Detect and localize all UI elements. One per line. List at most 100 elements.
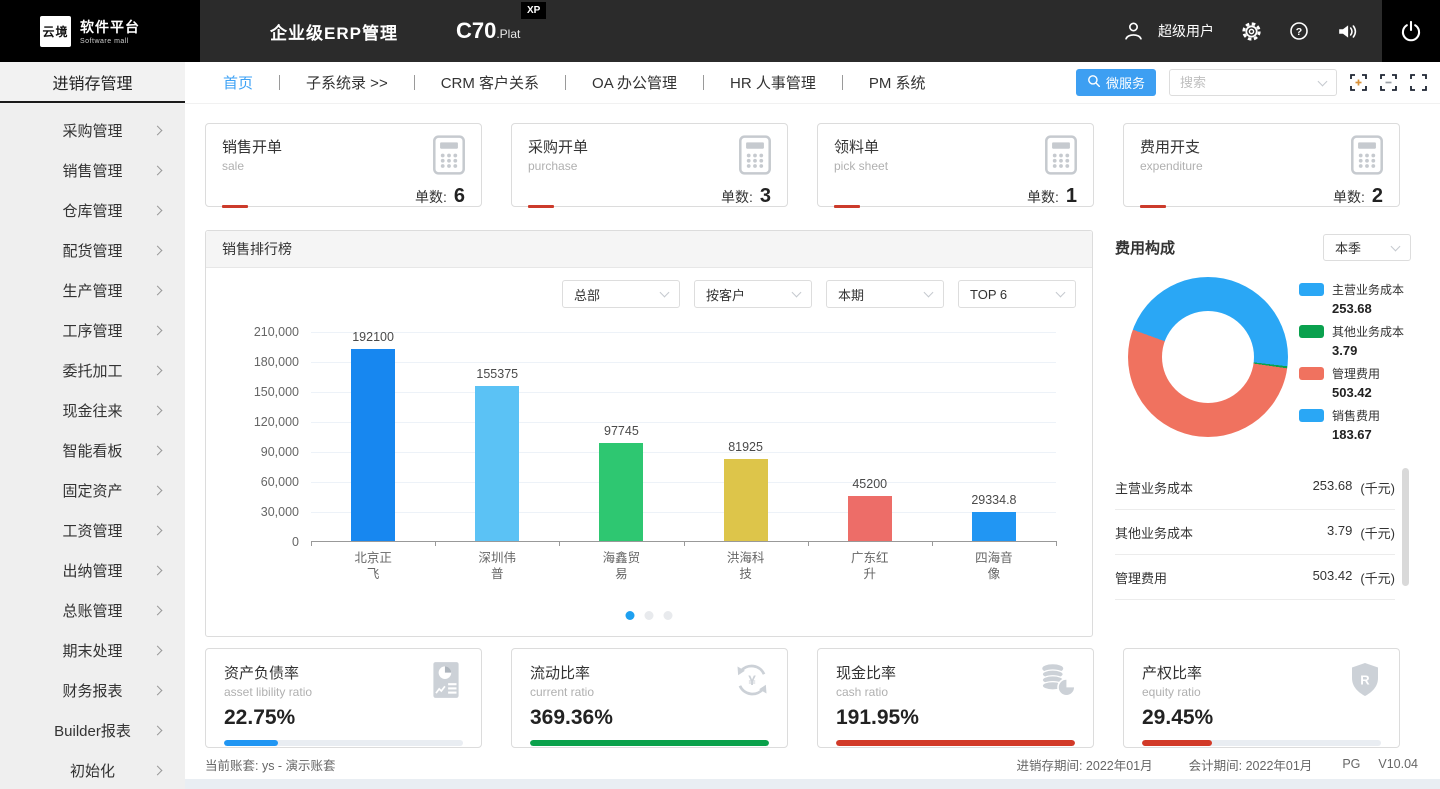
expense-row: 其他业务成本 3.79 (千元) [1115, 510, 1395, 555]
chevron-down-icon[interactable] [1317, 76, 1328, 86]
sidebar-item[interactable]: 委托加工 [0, 350, 185, 390]
expense-unit: (千元) [1360, 525, 1395, 541]
stat-card-title: 采购开单 [528, 139, 589, 156]
bar-value-label: 97745 [604, 424, 639, 439]
sidebar-item[interactable]: 仓库管理 [0, 190, 185, 230]
stat-card[interactable]: 领料单 pick sheet 单数: 1 [817, 123, 1094, 208]
legend-label: 管理费用 [1332, 367, 1381, 381]
sidebar-item[interactable]: 工资管理 [0, 510, 185, 550]
stat-card-subtitle: expenditure [1140, 159, 1203, 173]
legend-item[interactable]: 管理费用 503.42 [1299, 365, 1411, 400]
sidebar-item[interactable]: 工序管理 [0, 310, 185, 350]
bar [599, 443, 644, 541]
legend-item[interactable]: 销售费用 183.67 [1299, 407, 1411, 442]
legend-item[interactable]: 主营业务成本 253.68 [1299, 281, 1411, 316]
period-dropdown[interactable]: 本季 [1323, 234, 1411, 261]
microservice-button[interactable]: 微服务 [1075, 69, 1156, 96]
bar-value-label: 192100 [352, 329, 394, 344]
logo-mark: 云境 [40, 15, 71, 47]
help-icon[interactable]: ? [1289, 21, 1309, 41]
pagination-dot[interactable] [663, 611, 673, 620]
legend-value: 503.42 [1332, 385, 1372, 400]
nav-item[interactable]: HR 人事管理 [704, 72, 842, 93]
red-dash [834, 205, 860, 208]
expense-unit: (千元) [1360, 480, 1395, 496]
module-tab[interactable]: 进销存管理 [0, 62, 185, 103]
mid-row: 销售排行榜 总部 按客户 本期 TOP 6 0 30,000 60,000 90,000 12… [205, 230, 1411, 637]
zoom-out-icon[interactable] [1380, 74, 1397, 91]
pagination-dot[interactable] [625, 611, 635, 620]
sidebar-item[interactable]: 采购管理 [0, 110, 185, 150]
filter-dropdown[interactable]: TOP 6 [958, 280, 1076, 308]
logo[interactable]: 云境 软件平台 Software mall [0, 0, 200, 62]
gear-icon[interactable] [1241, 21, 1262, 42]
nav-item[interactable]: CRM 客户关系 [415, 72, 565, 93]
legend-item[interactable]: 其他业务成本 3.79 [1299, 323, 1411, 358]
user-icon [1123, 21, 1144, 41]
expense-row-label: 主营业务成本 [1115, 480, 1194, 496]
stat-count-label: 单数: [720, 189, 753, 205]
nav-item[interactable]: 首页 [197, 72, 279, 93]
progress-track [1142, 740, 1381, 746]
calculator-icon [1349, 134, 1385, 181]
nav-item[interactable]: 子系统录 >> [280, 72, 414, 93]
filter-value: 总部 [574, 287, 601, 303]
sidebar-item[interactable]: 智能看板 [0, 430, 185, 470]
stat-card[interactable]: 采购开单 purchase 单数: 3 [511, 123, 788, 208]
gridline [311, 422, 1056, 423]
stat-card[interactable]: 销售开单 sale 单数: 6 [205, 123, 482, 208]
sidebar-item[interactable]: 现金往来 [0, 390, 185, 430]
filter-dropdown[interactable]: 按客户 [694, 280, 812, 308]
bar [847, 495, 892, 541]
gridline [311, 512, 1056, 513]
speaker-icon[interactable] [1336, 22, 1358, 41]
user-menu[interactable]: 超级用户 [1123, 21, 1214, 41]
pagination-dot[interactable] [644, 611, 654, 620]
bar [971, 511, 1016, 541]
sidebar-item-label: 工资管理 [62, 522, 123, 540]
sidebar-item[interactable]: 生产管理 [0, 270, 185, 310]
product-title: 企业级ERP管理 [270, 23, 398, 43]
scrollbar-thumb[interactable] [1402, 468, 1409, 586]
sidebar-item-label: 期末处理 [62, 642, 123, 660]
axis-tick [559, 541, 561, 546]
current-account: 当前账套: ys - 演示账套 [205, 758, 336, 773]
sidebar-item[interactable]: 总账管理 [0, 590, 185, 630]
chevron-right-icon [152, 685, 163, 695]
axis-tick [931, 541, 933, 546]
axis-tick [807, 541, 809, 546]
sidebar-item[interactable]: 固定资产 [0, 470, 185, 510]
nav-item[interactable]: OA 办公管理 [566, 72, 703, 93]
search-input[interactable] [1180, 75, 1313, 90]
sidebar-item[interactable]: 出纳管理 [0, 550, 185, 590]
chevron-right-icon [152, 525, 163, 535]
legend-swatch [1299, 409, 1324, 422]
sidebar-item[interactable]: Builder报表 [0, 710, 185, 750]
chevron-down-icon [659, 287, 670, 298]
stat-card-bottom: 单数: 6 [222, 185, 465, 208]
sidebar-item[interactable]: 销售管理 [0, 150, 185, 190]
chevron-right-icon [152, 365, 163, 375]
stat-count-value: 2 [1371, 185, 1383, 207]
nav-item[interactable]: PM 系统 [843, 72, 952, 93]
sidebar-item[interactable]: 财务报表 [0, 670, 185, 710]
x-axis-label: 四海音像 [975, 551, 1013, 582]
chevron-down-icon [1055, 287, 1066, 298]
expense-row-value: 503.42 (千元) [1313, 568, 1395, 587]
filter-dropdown[interactable]: 本期 [826, 280, 944, 308]
zoom-in-icon[interactable] [1350, 74, 1367, 91]
sidebar-item[interactable]: 初始化 [0, 750, 185, 789]
stat-card[interactable]: 费用开支 expenditure 单数: 2 [1123, 123, 1400, 208]
legend-label: 其他业务成本 [1332, 325, 1405, 339]
ratio-card: 产权比率 equity ratio R 29.45% [1123, 648, 1400, 748]
filter-dropdown[interactable]: 总部 [562, 280, 680, 308]
sidebar-item[interactable]: 期末处理 [0, 630, 185, 670]
y-axis-label: 120,000 [253, 415, 299, 429]
top-nav: 首页 子系统录 >> CRM 客户关系 OA 办公管理 HR 人事管理 PM 系统 [185, 62, 952, 103]
sidebar-item[interactable]: 配货管理 [0, 230, 185, 270]
product-code: C70 .Plat XP [456, 2, 547, 44]
power-icon[interactable] [1382, 0, 1440, 62]
fullscreen-icon[interactable] [1410, 74, 1427, 91]
expense-panel: 费用构成 本季 主营业务成本 253.68 其他业务成本 3.79 管理费用 503.42… [1115, 230, 1411, 637]
stat-card-bottom: 单数: 1 [834, 185, 1077, 208]
